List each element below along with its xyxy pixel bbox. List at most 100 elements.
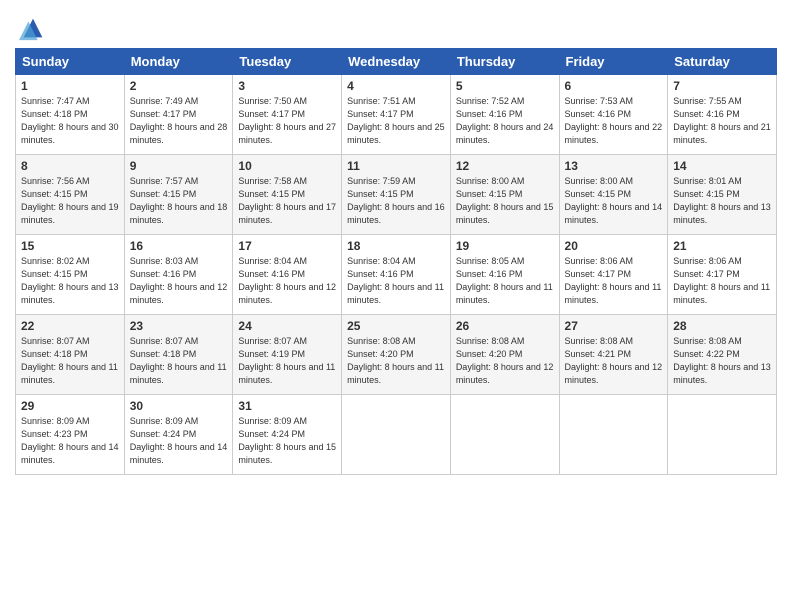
- calendar-cell: 1 Sunrise: 7:47 AMSunset: 4:18 PMDaylight…: [16, 75, 125, 155]
- header: [15, 10, 777, 42]
- day-info: Sunrise: 8:05 AMSunset: 4:16 PMDaylight:…: [456, 255, 554, 307]
- day-number: 20: [565, 239, 663, 253]
- day-info: Sunrise: 7:58 AMSunset: 4:15 PMDaylight:…: [238, 175, 336, 227]
- day-number: 11: [347, 159, 445, 173]
- weekday-header-monday: Monday: [124, 49, 233, 75]
- day-number: 6: [565, 79, 663, 93]
- calendar-table: SundayMondayTuesdayWednesdayThursdayFrid…: [15, 48, 777, 475]
- calendar-cell: 18 Sunrise: 8:04 AMSunset: 4:16 PMDayligh…: [342, 235, 451, 315]
- day-number: 23: [130, 319, 228, 333]
- weekday-header-tuesday: Tuesday: [233, 49, 342, 75]
- day-number: 1: [21, 79, 119, 93]
- day-number: 16: [130, 239, 228, 253]
- weekday-header-row: SundayMondayTuesdayWednesdayThursdayFrid…: [16, 49, 777, 75]
- calendar-cell: 4 Sunrise: 7:51 AMSunset: 4:17 PMDaylight…: [342, 75, 451, 155]
- day-info: Sunrise: 8:06 AMSunset: 4:17 PMDaylight:…: [565, 255, 663, 307]
- day-info: Sunrise: 8:08 AMSunset: 4:22 PMDaylight:…: [673, 335, 771, 387]
- day-info: Sunrise: 8:02 AMSunset: 4:15 PMDaylight:…: [21, 255, 119, 307]
- day-number: 3: [238, 79, 336, 93]
- day-info: Sunrise: 7:56 AMSunset: 4:15 PMDaylight:…: [21, 175, 119, 227]
- day-number: 26: [456, 319, 554, 333]
- calendar-cell: 30Sunrise: 8:09 AMSunset: 4:24 PMDayligh…: [124, 395, 233, 475]
- day-number: 19: [456, 239, 554, 253]
- week-row-5: 29 Sunrise: 8:09 AMSunset: 4:23 PMDayligh…: [16, 395, 777, 475]
- calendar-cell: 28 Sunrise: 8:08 AMSunset: 4:22 PMDayligh…: [668, 315, 777, 395]
- day-info: Sunrise: 7:59 AMSunset: 4:15 PMDaylight:…: [347, 175, 445, 227]
- day-info: Sunrise: 7:47 AMSunset: 4:18 PMDaylight:…: [21, 95, 119, 147]
- day-number: 22: [21, 319, 119, 333]
- day-number: 7: [673, 79, 771, 93]
- day-number: 24: [238, 319, 336, 333]
- day-info: Sunrise: 7:53 AMSunset: 4:16 PMDaylight:…: [565, 95, 663, 147]
- calendar-cell: 19 Sunrise: 8:05 AMSunset: 4:16 PMDayligh…: [450, 235, 559, 315]
- calendar-cell: 20 Sunrise: 8:06 AMSunset: 4:17 PMDayligh…: [559, 235, 668, 315]
- day-number: 10: [238, 159, 336, 173]
- day-info: Sunrise: 8:04 AMSunset: 4:16 PMDaylight:…: [238, 255, 336, 307]
- calendar-cell: 21 Sunrise: 8:06 AMSunset: 4:17 PMDayligh…: [668, 235, 777, 315]
- day-number: 4: [347, 79, 445, 93]
- day-number: 13: [565, 159, 663, 173]
- calendar-cell: 9 Sunrise: 7:57 AMSunset: 4:15 PMDaylight…: [124, 155, 233, 235]
- day-info: Sunrise: 8:09 AMSunset: 4:23 PMDaylight:…: [21, 415, 119, 467]
- calendar-cell: 2Sunrise: 7:49 AMSunset: 4:17 PMDaylight…: [124, 75, 233, 155]
- day-number: 9: [130, 159, 228, 173]
- week-row-4: 22 Sunrise: 8:07 AMSunset: 4:18 PMDayligh…: [16, 315, 777, 395]
- day-number: 12: [456, 159, 554, 173]
- calendar-cell: 11 Sunrise: 7:59 AMSunset: 4:15 PMDayligh…: [342, 155, 451, 235]
- day-number: 29: [21, 399, 119, 413]
- day-info: Sunrise: 8:07 AMSunset: 4:19 PMDaylight:…: [238, 335, 336, 387]
- logo: [15, 14, 47, 42]
- calendar-cell: 16 Sunrise: 8:03 AMSunset: 4:16 PMDayligh…: [124, 235, 233, 315]
- day-info: Sunrise: 8:07 AMSunset: 4:18 PMDaylight:…: [130, 335, 228, 387]
- weekday-header-saturday: Saturday: [668, 49, 777, 75]
- calendar-cell: [342, 395, 451, 475]
- day-info: Sunrise: 8:09 AMSunset: 4:24 PMDaylight:…: [130, 415, 228, 467]
- day-number: 14: [673, 159, 771, 173]
- day-info: Sunrise: 8:00 AMSunset: 4:15 PMDaylight:…: [456, 175, 554, 227]
- day-info: Sunrise: 8:00 AMSunset: 4:15 PMDaylight:…: [565, 175, 663, 227]
- day-info: Sunrise: 7:57 AMSunset: 4:15 PMDaylight:…: [130, 175, 228, 227]
- week-row-1: 1 Sunrise: 7:47 AMSunset: 4:18 PMDaylight…: [16, 75, 777, 155]
- calendar-cell: 31 Sunrise: 8:09 AMSunset: 4:24 PMDayligh…: [233, 395, 342, 475]
- calendar-cell: 8Sunrise: 7:56 AMSunset: 4:15 PMDaylight…: [16, 155, 125, 235]
- calendar-cell: 17 Sunrise: 8:04 AMSunset: 4:16 PMDayligh…: [233, 235, 342, 315]
- calendar-cell: 10 Sunrise: 7:58 AMSunset: 4:15 PMDayligh…: [233, 155, 342, 235]
- day-number: 2: [130, 79, 228, 93]
- day-number: 31: [238, 399, 336, 413]
- day-info: Sunrise: 8:01 AMSunset: 4:15 PMDaylight:…: [673, 175, 771, 227]
- day-number: 17: [238, 239, 336, 253]
- day-number: 15: [21, 239, 119, 253]
- calendar-cell: 5 Sunrise: 7:52 AMSunset: 4:16 PMDaylight…: [450, 75, 559, 155]
- calendar-cell: 6 Sunrise: 7:53 AMSunset: 4:16 PMDaylight…: [559, 75, 668, 155]
- calendar-cell: 3 Sunrise: 7:50 AMSunset: 4:17 PMDaylight…: [233, 75, 342, 155]
- day-info: Sunrise: 8:08 AMSunset: 4:20 PMDaylight:…: [347, 335, 445, 387]
- day-info: Sunrise: 7:52 AMSunset: 4:16 PMDaylight:…: [456, 95, 554, 147]
- calendar-cell: 14 Sunrise: 8:01 AMSunset: 4:15 PMDayligh…: [668, 155, 777, 235]
- calendar-cell: 24 Sunrise: 8:07 AMSunset: 4:19 PMDayligh…: [233, 315, 342, 395]
- weekday-header-sunday: Sunday: [16, 49, 125, 75]
- day-number: 5: [456, 79, 554, 93]
- day-info: Sunrise: 8:09 AMSunset: 4:24 PMDaylight:…: [238, 415, 336, 467]
- calendar-cell: 29 Sunrise: 8:09 AMSunset: 4:23 PMDayligh…: [16, 395, 125, 475]
- calendar-cell: [668, 395, 777, 475]
- page-container: SundayMondayTuesdayWednesdayThursdayFrid…: [0, 0, 792, 485]
- day-number: 25: [347, 319, 445, 333]
- day-info: Sunrise: 7:50 AMSunset: 4:17 PMDaylight:…: [238, 95, 336, 147]
- day-info: Sunrise: 8:04 AMSunset: 4:16 PMDaylight:…: [347, 255, 445, 307]
- weekday-header-thursday: Thursday: [450, 49, 559, 75]
- day-info: Sunrise: 8:03 AMSunset: 4:16 PMDaylight:…: [130, 255, 228, 307]
- calendar-cell: [559, 395, 668, 475]
- logo-icon: [19, 14, 47, 42]
- day-number: 18: [347, 239, 445, 253]
- calendar-cell: 25 Sunrise: 8:08 AMSunset: 4:20 PMDayligh…: [342, 315, 451, 395]
- day-info: Sunrise: 7:51 AMSunset: 4:17 PMDaylight:…: [347, 95, 445, 147]
- week-row-3: 15 Sunrise: 8:02 AMSunset: 4:15 PMDayligh…: [16, 235, 777, 315]
- day-info: Sunrise: 8:07 AMSunset: 4:18 PMDaylight:…: [21, 335, 119, 387]
- calendar-cell: 13 Sunrise: 8:00 AMSunset: 4:15 PMDayligh…: [559, 155, 668, 235]
- day-info: Sunrise: 8:06 AMSunset: 4:17 PMDaylight:…: [673, 255, 771, 307]
- day-number: 28: [673, 319, 771, 333]
- weekday-header-wednesday: Wednesday: [342, 49, 451, 75]
- weekday-header-friday: Friday: [559, 49, 668, 75]
- calendar-cell: 22 Sunrise: 8:07 AMSunset: 4:18 PMDayligh…: [16, 315, 125, 395]
- day-number: 21: [673, 239, 771, 253]
